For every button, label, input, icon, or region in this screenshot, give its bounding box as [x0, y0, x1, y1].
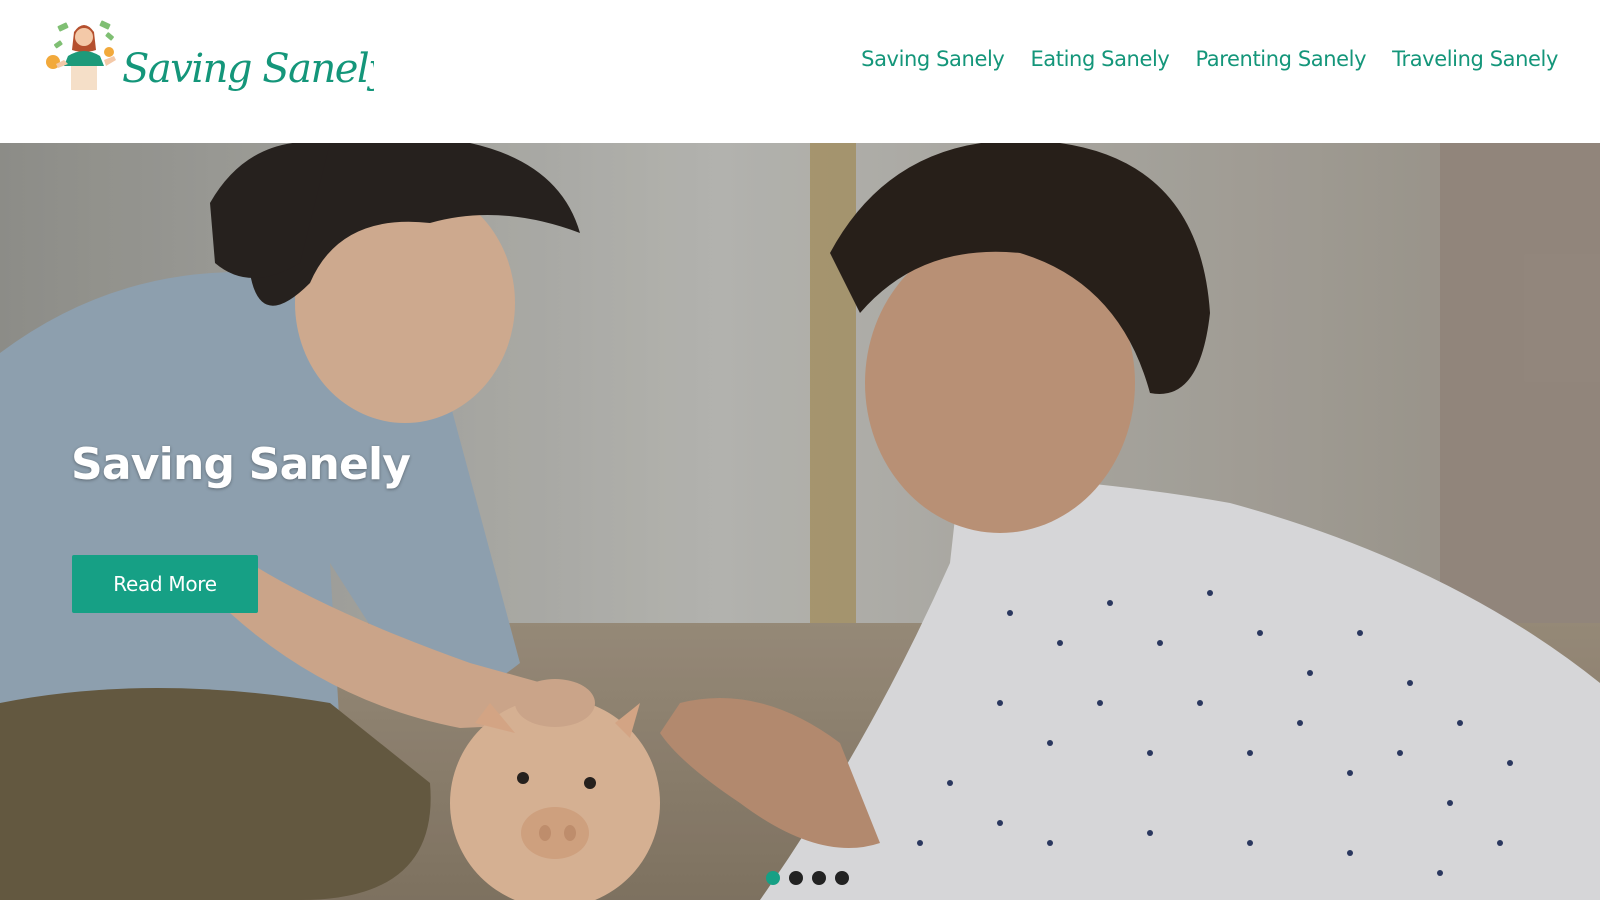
site-logo[interactable]: Saving Sanely	[44, 16, 374, 108]
slider-pagination	[766, 871, 849, 885]
nav-link-traveling-sanely[interactable]: Traveling Sanely	[1392, 47, 1558, 71]
hero-slider: Saving Sanely Read More	[0, 143, 1600, 900]
hero-overlay	[0, 143, 1600, 900]
svg-text:Saving Sanely: Saving Sanely	[122, 46, 374, 92]
slider-dot-4[interactable]	[835, 871, 849, 885]
slider-dot-1[interactable]	[766, 871, 780, 885]
read-more-button[interactable]: Read More	[72, 555, 258, 613]
nav-link-parenting-sanely[interactable]: Parenting Sanely	[1195, 47, 1366, 71]
nav-link-eating-sanely[interactable]: Eating Sanely	[1030, 47, 1169, 71]
hero-title: Saving Sanely	[71, 439, 411, 490]
main-nav: Saving Sanely Eating Sanely Parenting Sa…	[861, 44, 1558, 74]
nav-link-saving-sanely[interactable]: Saving Sanely	[861, 47, 1005, 71]
slider-dot-2[interactable]	[789, 871, 803, 885]
site-header: Saving Sanely Saving Sanely Eating Sanel…	[0, 0, 1600, 143]
slider-dot-3[interactable]	[812, 871, 826, 885]
